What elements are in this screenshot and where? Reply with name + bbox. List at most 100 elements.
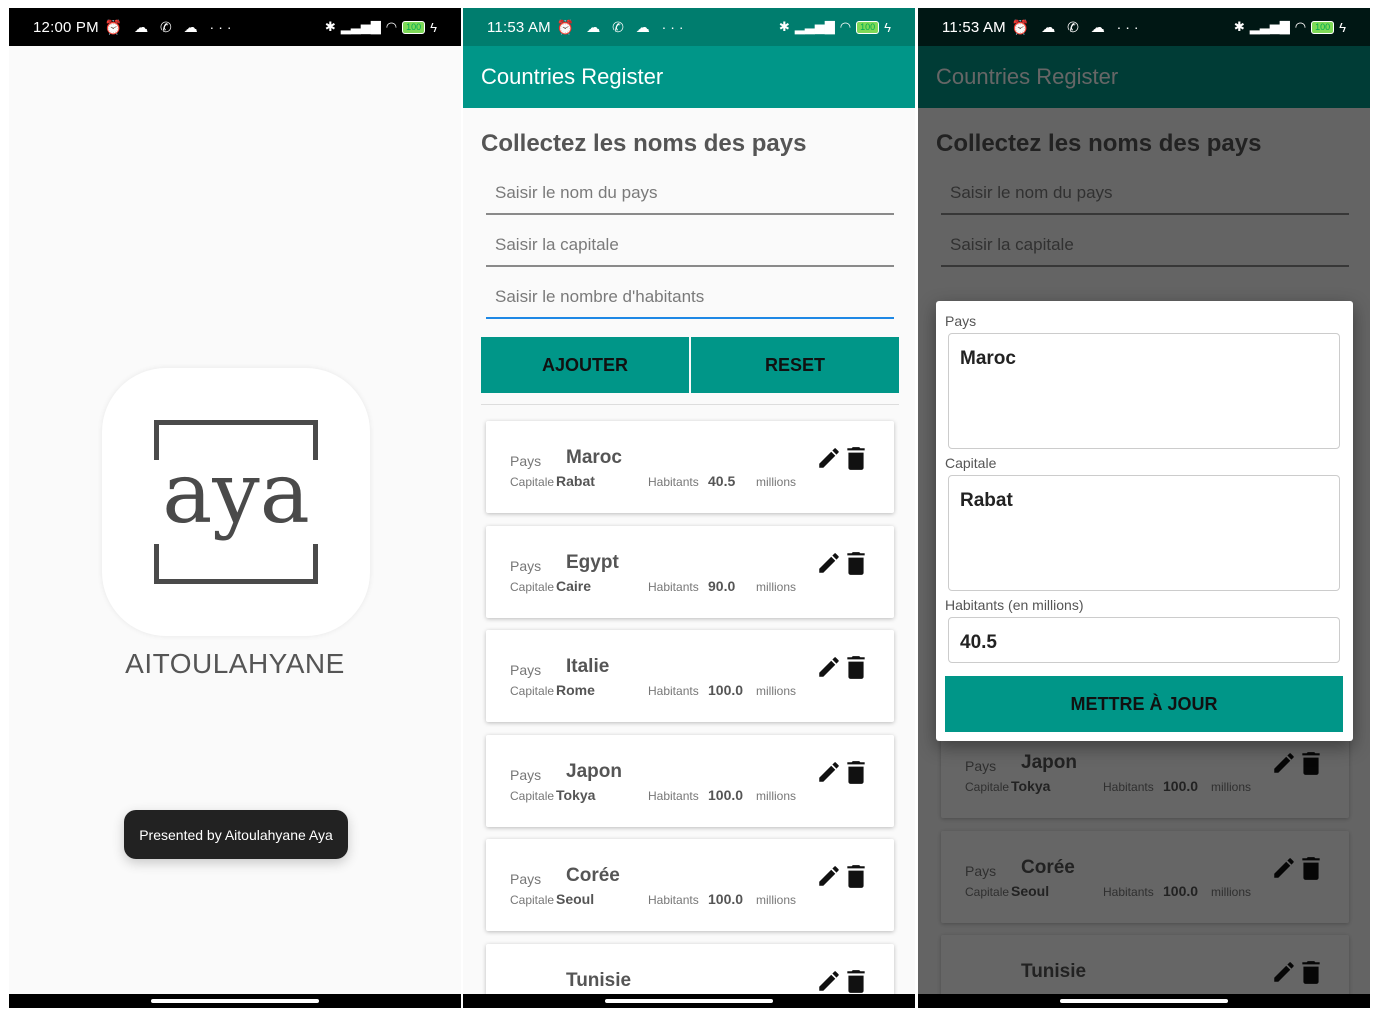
dialog-pays-label: Pays: [945, 313, 977, 329]
population-value: 100.0: [708, 891, 744, 907]
trash-icon[interactable]: [846, 968, 866, 994]
population-label: Habitants: [648, 788, 699, 803]
trash-icon[interactable]: [846, 863, 866, 889]
signal-icon: ▂▃▅▇: [340, 19, 381, 34]
country-card-maroc[interactable]: Pays Maroc Capitale Rabat Habitants 40.5…: [486, 421, 894, 513]
capital-value: Caire: [556, 577, 592, 594]
pencil-icon[interactable]: [816, 759, 842, 785]
status-right-icons: ✱ ▂▃▅▇ ◠ 100 ϟ: [325, 19, 437, 35]
capital-label: Capitale: [510, 893, 555, 907]
logo-bracket-bottom: [154, 544, 318, 584]
update-button[interactable]: METTRE À JOUR: [945, 676, 1343, 732]
app-title: Countries Register: [481, 64, 664, 89]
trash-icon[interactable]: [846, 654, 866, 680]
main-screen: 11:53 AM ⏰ ☁ ✆ ☁ ··· ✱ ▂▃▅▇ ◠ 100 ϟ Coun…: [463, 8, 915, 1008]
home-indicator[interactable]: [151, 999, 319, 1003]
add-button[interactable]: AJOUTER: [481, 337, 689, 393]
population-value: 40.5: [708, 473, 736, 489]
population-value: 100.0: [708, 682, 744, 698]
trash-icon[interactable]: [846, 550, 866, 576]
capital-value: Seoul: [556, 891, 595, 907]
capital-value: Rome: [556, 682, 595, 698]
country-name: Maroc: [566, 447, 622, 468]
pays-label: Pays: [510, 766, 542, 783]
capital-value: Rabat: [556, 473, 595, 489]
pays-label: Pays: [510, 557, 542, 574]
status-bar: 11:53 AM ⏰ ☁ ✆ ☁ ··· ✱ ▂▃▅▇ ◠ 100 ϟ: [463, 8, 915, 46]
notification-icons: ⏰ ☁ ✆ ☁ ···: [556, 18, 688, 35]
wifi-icon: ◠: [385, 19, 398, 34]
status-right-icons: ✱ ▂▃▅▇ ◠ 100 ϟ: [779, 19, 891, 35]
population-label: Habitants: [648, 893, 699, 907]
pencil-icon[interactable]: [816, 968, 842, 994]
author-name: AITOULAHYANE: [125, 648, 345, 679]
pays-label: Pays: [510, 662, 542, 678]
status-time: 11:53 AM: [942, 18, 1006, 36]
status-bar: 12:00 PM ⏰ ☁ ✆ ☁ ··· ✱ ▂▃▅▇ ◠ 100 ϟ: [9, 8, 461, 46]
country-name: Corée: [566, 865, 620, 886]
edit-screen: 11:53 AM ⏰ ☁ ✆ ☁ ··· ✱ ▂▃▅▇ ◠ 100 ϟ Coun…: [918, 8, 1370, 1008]
capital-label: Capitale: [510, 579, 555, 594]
country-input[interactable]: Saisir le nom du pays: [486, 175, 894, 215]
wifi-icon: ◠: [839, 19, 852, 34]
millions-label: millions: [756, 684, 797, 698]
country-card-partial[interactable]: Tunisie: [486, 943, 894, 994]
status-time: 11:53 AM: [487, 18, 551, 36]
population-value: 100.0: [708, 786, 744, 803]
notification-icons: ⏰ ☁ ✆ ☁ ···: [104, 18, 236, 35]
bluetooth-icon: ✱: [1233, 19, 1245, 34]
trash-icon[interactable]: [846, 445, 866, 471]
pencil-icon[interactable]: [816, 550, 842, 576]
battery-icon: 100: [402, 20, 426, 34]
dialog-capitale-label: Capitale: [945, 455, 997, 471]
charging-icon: ϟ: [430, 19, 437, 35]
country-card-italie[interactable]: Pays Italie Capitale Rome Habitants 100.…: [486, 630, 894, 722]
country-list[interactable]: Pays Maroc Capitale Rabat Habitants 40.5…: [486, 421, 894, 994]
bluetooth-icon: ✱: [324, 19, 336, 34]
pencil-icon[interactable]: [816, 863, 842, 889]
divider: [481, 404, 899, 405]
dialog-habitants-input[interactable]: 40.5: [948, 617, 1340, 663]
home-indicator[interactable]: [605, 999, 773, 1003]
capital-label: Capitale: [510, 475, 555, 489]
capital-label: Capitale: [510, 788, 555, 803]
charging-icon: ϟ: [1339, 19, 1346, 35]
population-label: Habitants: [648, 579, 699, 594]
country-card-coree[interactable]: Pays Corée Capitale Seoul Habitants 100.…: [486, 839, 894, 931]
battery-icon: 100: [1311, 20, 1335, 34]
millions-label: millions: [756, 893, 797, 907]
gesture-bar: [9, 994, 461, 1008]
trash-icon[interactable]: [846, 759, 866, 785]
country-card-japon[interactable]: Pays Japon Capitale Tokya Habitants 100.…: [486, 734, 894, 827]
status-bar-overlay: 11:53 AM ⏰ ☁ ✆ ☁ ··· ✱ ▂▃▅▇ ◠ 100 ϟ: [918, 8, 1370, 46]
pays-label: Pays: [510, 453, 542, 469]
charging-icon: ϟ: [884, 19, 891, 35]
edit-dialog: Pays Maroc Capitale Rabat Habitants (en …: [936, 301, 1353, 741]
bluetooth-icon: ✱: [778, 19, 790, 34]
logo-frame: aya: [154, 420, 318, 584]
population-label: Habitants: [648, 475, 699, 489]
population-input[interactable]: Saisir le nombre d'habitants: [486, 279, 894, 319]
millions-label: millions: [756, 579, 797, 594]
population-label: Habitants: [648, 684, 699, 698]
home-indicator[interactable]: [1060, 999, 1228, 1003]
capital-value: Tokya: [556, 786, 596, 803]
battery-icon: 100: [856, 20, 880, 34]
action-buttons: AJOUTER RESET: [481, 337, 899, 393]
dialog-capitale-input[interactable]: Rabat: [948, 475, 1340, 591]
gesture-bar: [918, 994, 1370, 1008]
reset-button[interactable]: RESET: [691, 337, 899, 393]
dialog-pays-input[interactable]: Maroc: [948, 333, 1340, 449]
status-right-icons: ✱ ▂▃▅▇ ◠ 100 ϟ: [1234, 19, 1346, 35]
logo-word: aya: [162, 444, 310, 542]
country-card-egypt[interactable]: Pays Egypt Capitale Caire Habitants 90.0…: [486, 525, 894, 618]
content-area: Collectez les noms des pays Saisir le no…: [463, 108, 915, 994]
screenshot-composite: 12:00 PM ⏰ ☁ ✆ ☁ ··· ✱ ▂▃▅▇ ◠ 100 ϟ aya …: [0, 0, 1374, 1010]
capital-input[interactable]: Saisir la capitale: [486, 227, 894, 267]
capital-label: Capitale: [510, 684, 555, 698]
pencil-icon[interactable]: [816, 445, 842, 471]
signal-icon: ▂▃▅▇: [1249, 19, 1290, 34]
country-name: Japon: [566, 760, 622, 782]
page-heading: Collectez les noms des pays: [481, 130, 807, 157]
pencil-icon[interactable]: [816, 654, 842, 680]
